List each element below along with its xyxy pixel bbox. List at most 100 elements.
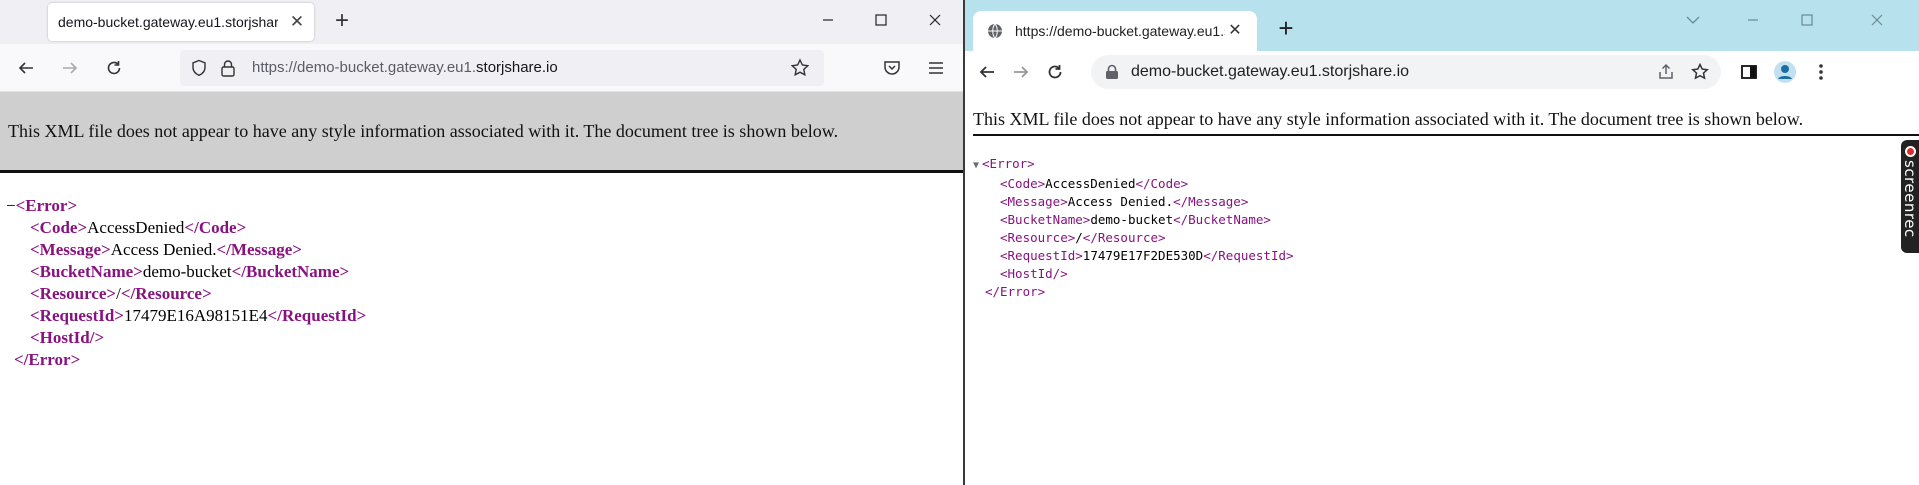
xml-tree: ▼ <Error> <Code>AccessDenied</Code> <Mess…: [973, 155, 1294, 301]
close-icon: [929, 14, 941, 26]
xml-tag: <Error>: [982, 156, 1035, 171]
new-tab-button[interactable]: +: [1271, 14, 1301, 44]
xml-tag: <Resource>: [30, 284, 117, 303]
reload-icon: [107, 61, 121, 75]
back-arrow-icon: [979, 66, 994, 78]
minimize-button[interactable]: [1725, 0, 1781, 40]
xml-value: Access Denied.: [110, 240, 217, 259]
chevron-down-icon: [1686, 16, 1700, 24]
xml-value: Access Denied.: [1067, 194, 1174, 209]
reload-icon: [1048, 65, 1062, 79]
maximize-button[interactable]: [1779, 0, 1835, 40]
maximize-icon: [1801, 14, 1813, 26]
screenrec-label: screenrec: [1901, 160, 1919, 238]
xml-tag: </Message>: [216, 240, 302, 259]
xml-info-banner: This XML file does not appear to have an…: [0, 92, 963, 173]
xml-info-text: This XML file does not appear to have an…: [8, 121, 839, 141]
xml-tag: <Code>: [1000, 176, 1046, 191]
pocket-button[interactable]: [876, 52, 908, 84]
side-panel-button[interactable]: [1733, 56, 1765, 88]
firefox-tab-strip: demo-bucket.gateway.eu1.storjshare.io ✕ …: [0, 0, 963, 44]
collapse-triangle-icon[interactable]: ▼: [973, 160, 979, 171]
close-tab-icon[interactable]: ✕: [1225, 21, 1245, 41]
back-arrow-icon: [18, 62, 33, 74]
minimize-button[interactable]: [800, 0, 856, 40]
xml-tag: </RequestId>: [267, 306, 367, 325]
banner-divider: [973, 134, 1919, 136]
firefox-tab[interactable]: demo-bucket.gateway.eu1.storjshare.io ✕: [48, 3, 314, 41]
address-bar[interactable]: https://demo-bucket.gateway.eu1.storjsha…: [180, 50, 824, 86]
xml-tag: <Message>: [30, 240, 111, 259]
chrome-menu-button[interactable]: [1805, 56, 1837, 88]
xml-root-open: −<Error>: [6, 195, 366, 217]
menu-button[interactable]: [920, 52, 952, 84]
url-prefix: https://demo-bucket.gateway.eu1.: [252, 59, 477, 76]
avatar: [1774, 61, 1796, 83]
xml-tag: </Message>: [1173, 194, 1249, 209]
shield-icon[interactable]: [190, 59, 208, 77]
pocket-icon: [884, 61, 900, 75]
xml-line: <BucketName>demo-bucket</BucketName>: [973, 211, 1294, 229]
kebab-menu-icon: [1819, 64, 1823, 80]
bookmark-star-icon[interactable]: [790, 58, 810, 78]
xml-line: <Code>AccessDenied</Code>: [6, 217, 366, 239]
globe-icon: [988, 23, 1002, 39]
xml-line: <BucketName>demo-bucket</BucketName>: [6, 261, 366, 283]
xml-tag: <Error>: [15, 196, 78, 215]
xml-value: demo-bucket: [1090, 212, 1174, 227]
xml-tag: <Code>: [30, 218, 88, 237]
xml-tag: </Code>: [1135, 176, 1189, 191]
xml-tag: <BucketName>: [30, 262, 143, 281]
hamburger-menu-icon: [929, 62, 943, 74]
forward-arrow-icon: [63, 62, 78, 74]
close-window-button[interactable]: [907, 0, 963, 40]
xml-tag: <BucketName>: [1000, 212, 1091, 227]
lock-icon[interactable]: [220, 59, 236, 77]
close-tab-icon[interactable]: ✕: [286, 11, 308, 33]
address-bar[interactable]: demo-bucket.gateway.eu1.storjshare.io: [1091, 55, 1721, 89]
xml-tag: </Error>: [14, 350, 81, 369]
profile-button[interactable]: [1769, 56, 1801, 88]
lock-icon[interactable]: [1105, 64, 1119, 80]
xml-value: AccessDenied: [1045, 176, 1136, 191]
new-tab-button[interactable]: +: [326, 6, 358, 38]
url-domain: storjshare.io: [476, 59, 558, 76]
back-button[interactable]: [971, 56, 1003, 88]
close-window-button[interactable]: [1849, 0, 1905, 40]
xml-info-text: This XML file does not appear to have an…: [973, 109, 1804, 129]
bookmark-star-icon[interactable]: [1691, 63, 1709, 81]
xml-tag: <RequestId>: [1000, 248, 1083, 263]
reload-button[interactable]: [1039, 56, 1071, 88]
xml-line: <HostId/>: [973, 265, 1294, 283]
share-icon[interactable]: [1657, 63, 1675, 81]
xml-tag: <HostId/>: [1000, 266, 1068, 281]
collapse-toggle[interactable]: −: [6, 196, 16, 215]
forward-button[interactable]: [54, 52, 86, 84]
url-text[interactable]: https://demo-bucket.gateway.eu1.storjsha…: [252, 59, 558, 76]
xml-tag: </Resource>: [120, 284, 212, 303]
back-button[interactable]: [10, 52, 42, 84]
tab-search-button[interactable]: [1665, 0, 1721, 40]
xml-line: <Resource>/</Resource>: [973, 229, 1294, 247]
xml-tag: <Message>: [1000, 194, 1068, 209]
firefox-toolbar: https://demo-bucket.gateway.eu1.storjsha…: [0, 44, 963, 92]
side-panel-icon: [1741, 65, 1757, 79]
chrome-tab-title: https://demo-bucket.gateway.eu1.storjsha…: [1015, 23, 1225, 39]
minimize-icon: [823, 19, 833, 21]
screenrec-widget[interactable]: screenrec: [1901, 140, 1919, 253]
xml-tag: </Code>: [184, 218, 247, 237]
firefox-window: demo-bucket.gateway.eu1.storjshare.io ✕ …: [0, 0, 963, 485]
xml-tag: </Resource>: [1082, 230, 1166, 245]
reload-button[interactable]: [98, 52, 130, 84]
chrome-tab-strip: https://demo-bucket.gateway.eu1.storjsha…: [965, 0, 1919, 51]
xml-value: 17479E16A98151E4: [124, 306, 268, 325]
xml-root-open: ▼ <Error>: [973, 155, 1294, 175]
xml-value: /: [1075, 230, 1083, 245]
forward-button[interactable]: [1005, 56, 1037, 88]
maximize-button[interactable]: [853, 0, 909, 40]
chrome-tab[interactable]: https://demo-bucket.gateway.eu1.storjsha…: [973, 11, 1257, 51]
minimize-icon: [1748, 19, 1758, 21]
xml-line: <RequestId>17479E17F2DE530D</RequestId>: [973, 247, 1294, 265]
xml-tag: </Error>: [985, 284, 1046, 299]
url-text[interactable]: demo-bucket.gateway.eu1.storjshare.io: [1131, 63, 1409, 81]
